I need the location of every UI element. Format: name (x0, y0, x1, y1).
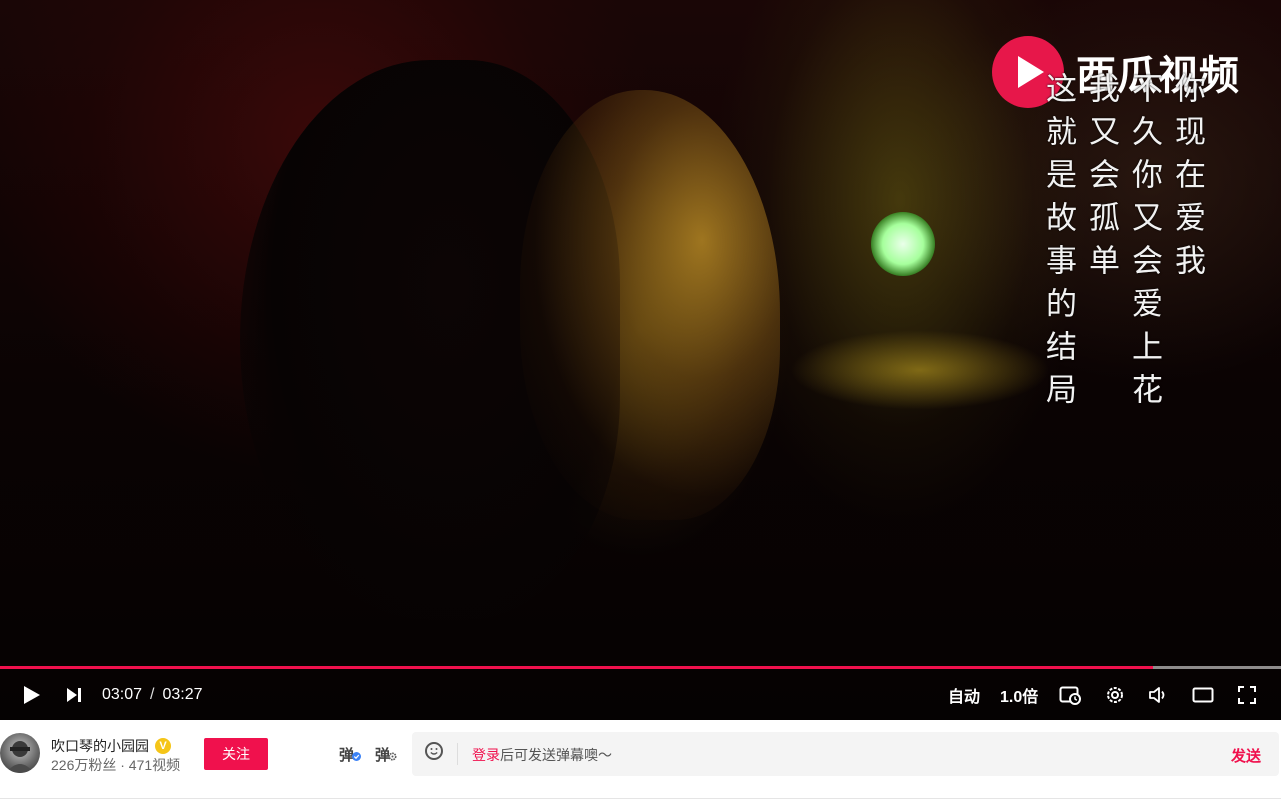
lyric-line: 不久你又会爱上花 (1126, 72, 1162, 416)
time-display: 03:07 / 03:27 (102, 669, 203, 720)
send-button[interactable]: 发送 (1231, 745, 1261, 766)
smile-icon (430, 748, 438, 755)
lyric-line: 这就是故事的结局 (1040, 72, 1076, 416)
channel-name[interactable]: 吹口琴的小园园 (51, 736, 149, 756)
avatar[interactable] (0, 733, 40, 773)
channel-name-row[interactable]: 吹口琴的小园园 V (51, 736, 171, 756)
gear-icon (388, 752, 397, 761)
emoji-icon[interactable] (425, 742, 443, 760)
channel-stats: 226万粉丝 · 471视频 (51, 757, 181, 773)
settings-icon (1107, 686, 1123, 703)
danmu-placeholder: 登录后可发送弹幕噢～ (472, 745, 612, 765)
theater-mode-button[interactable] (1190, 669, 1216, 720)
video-scene-light (790, 330, 1050, 410)
player-controls: 03:07 / 03:27 自动 1.0倍 (0, 669, 1281, 720)
theater-mode-icon (1192, 687, 1214, 702)
current-time: 03:07 (102, 685, 143, 703)
settings-button[interactable] (1103, 669, 1127, 720)
avatar-image (6, 741, 34, 773)
pip-button[interactable] (1058, 669, 1082, 720)
play-button[interactable] (18, 669, 46, 720)
info-bar: 吹口琴的小园园 V 226万粉丝 · 471视频 关注 弹 弹 登录后可发送弹幕… (0, 720, 1281, 799)
next-icon (67, 687, 81, 702)
danmu-settings-button[interactable]: 弹 (375, 744, 397, 765)
total-time: 03:27 (162, 685, 203, 703)
danmu-input[interactable]: 登录后可发送弹幕噢～ 发送 (412, 732, 1279, 776)
lyric-line: 我又会孤单 (1083, 72, 1119, 287)
next-button[interactable] (62, 669, 86, 720)
check-icon (352, 752, 362, 761)
video-player[interactable]: 西瓜视频 你现在爱我 不久你又会爱上花 我又会孤单 这就是故事的结局 03:07… (0, 0, 1281, 720)
lyric-line: 你现在爱我 (1169, 72, 1205, 287)
video-scene-green-light (871, 212, 935, 276)
follow-button[interactable]: 关注 (204, 738, 268, 770)
play-icon (24, 685, 40, 704)
placeholder-text: 后可发送弹幕噢～ (500, 747, 612, 763)
login-link[interactable]: 登录 (472, 747, 500, 763)
fullscreen-button[interactable] (1235, 669, 1259, 720)
lyrics-overlay: 你现在爱我 不久你又会爱上花 我又会孤单 这就是故事的结局 (1040, 72, 1205, 416)
time-separator: / (150, 685, 155, 703)
volume-icon (1149, 686, 1165, 703)
verified-badge-icon: V (155, 738, 171, 754)
volume-button[interactable] (1147, 669, 1171, 720)
quality-select[interactable]: 自动 (948, 669, 980, 720)
pip-icon (1059, 686, 1081, 705)
fullscreen-icon (1238, 685, 1256, 704)
input-divider (457, 743, 458, 765)
speed-select[interactable]: 1.0倍 (1000, 669, 1038, 720)
danmu-toggle-button[interactable]: 弹 (339, 744, 362, 765)
